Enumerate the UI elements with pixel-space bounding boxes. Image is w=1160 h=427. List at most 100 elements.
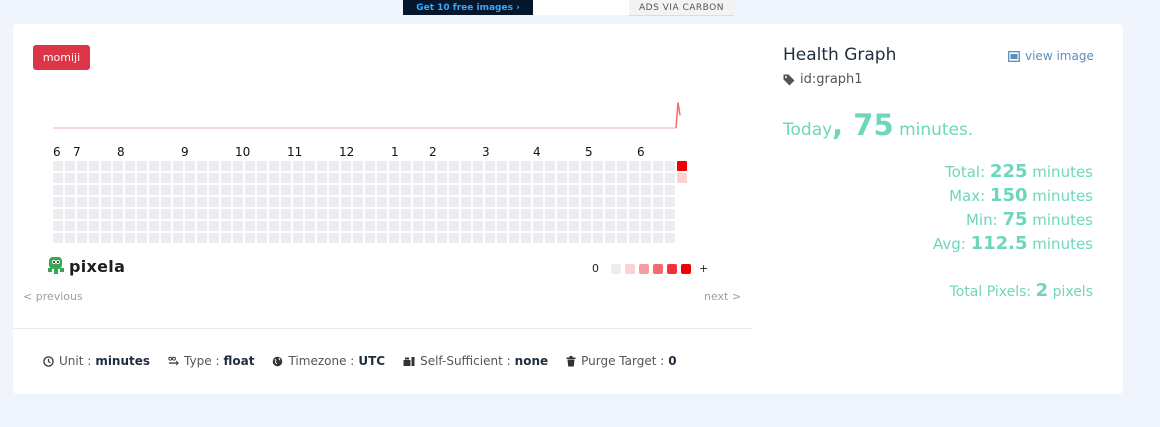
pixel-cell[interactable] bbox=[281, 173, 291, 183]
pixel-cell[interactable] bbox=[605, 233, 615, 243]
pixel-cell[interactable] bbox=[269, 209, 279, 219]
pixel-cell[interactable] bbox=[233, 209, 243, 219]
pixel-cell[interactable] bbox=[593, 233, 603, 243]
pixel-cell[interactable] bbox=[449, 221, 459, 231]
pixel-cell[interactable] bbox=[653, 197, 663, 207]
pixel-cell[interactable] bbox=[653, 161, 663, 171]
pixel-cell[interactable] bbox=[209, 233, 219, 243]
pixel-cell[interactable] bbox=[197, 173, 207, 183]
pixel-cell[interactable] bbox=[617, 233, 627, 243]
pixel-cell[interactable] bbox=[317, 161, 327, 171]
pixel-cell[interactable] bbox=[161, 161, 171, 171]
pixel-cell[interactable] bbox=[557, 185, 567, 195]
pixel-cell[interactable] bbox=[269, 161, 279, 171]
pixel-cell[interactable] bbox=[53, 185, 63, 195]
pixel-cell[interactable] bbox=[101, 233, 111, 243]
pixel-cell[interactable] bbox=[65, 233, 75, 243]
pixel-cell[interactable] bbox=[317, 173, 327, 183]
pixel-cell[interactable] bbox=[401, 209, 411, 219]
pixel-cell[interactable] bbox=[377, 173, 387, 183]
pixel-cell[interactable] bbox=[125, 173, 135, 183]
pixel-cell[interactable] bbox=[161, 233, 171, 243]
pixel-cell[interactable] bbox=[317, 221, 327, 231]
pixel-cell[interactable] bbox=[605, 185, 615, 195]
pixel-cell[interactable] bbox=[65, 161, 75, 171]
pixel-cell[interactable] bbox=[305, 185, 315, 195]
pixel-cell[interactable] bbox=[281, 221, 291, 231]
pixel-cell[interactable] bbox=[149, 209, 159, 219]
pixel-cell[interactable] bbox=[629, 197, 639, 207]
pixel-cell[interactable] bbox=[113, 221, 123, 231]
pixel-cell[interactable] bbox=[257, 221, 267, 231]
pixel-cell[interactable] bbox=[401, 233, 411, 243]
pixel-cell[interactable] bbox=[101, 197, 111, 207]
pixel-cell[interactable] bbox=[257, 233, 267, 243]
pixel-cell[interactable] bbox=[269, 197, 279, 207]
pixel-cell[interactable] bbox=[89, 173, 99, 183]
pixel-cell[interactable] bbox=[197, 221, 207, 231]
pixel-cell[interactable] bbox=[233, 161, 243, 171]
pixel-cell[interactable] bbox=[125, 209, 135, 219]
pixel-cell[interactable] bbox=[545, 221, 555, 231]
pixel-cell[interactable] bbox=[317, 233, 327, 243]
pixel-cell[interactable] bbox=[125, 233, 135, 243]
pixel-cell[interactable] bbox=[629, 173, 639, 183]
pixel-cell[interactable] bbox=[425, 197, 435, 207]
pixel-cell[interactable] bbox=[437, 233, 447, 243]
pixel-cell[interactable] bbox=[245, 173, 255, 183]
pixel-cell[interactable] bbox=[377, 161, 387, 171]
pixel-cell[interactable] bbox=[185, 209, 195, 219]
pixel-cell[interactable] bbox=[173, 185, 183, 195]
pixel-cell[interactable] bbox=[593, 173, 603, 183]
pixel-cell[interactable] bbox=[149, 197, 159, 207]
pixel-cell[interactable] bbox=[281, 185, 291, 195]
pixel-cell[interactable] bbox=[533, 233, 543, 243]
pixel-cell[interactable] bbox=[473, 233, 483, 243]
pixel-cell[interactable] bbox=[497, 221, 507, 231]
pixel-cell[interactable] bbox=[557, 221, 567, 231]
pixel-cell[interactable] bbox=[173, 209, 183, 219]
pixel-cell[interactable] bbox=[161, 197, 171, 207]
pixel-cell[interactable] bbox=[449, 185, 459, 195]
pixel-cell[interactable] bbox=[461, 161, 471, 171]
pixel-cell[interactable] bbox=[113, 173, 123, 183]
pixel-cell[interactable] bbox=[497, 161, 507, 171]
pixel-cell[interactable] bbox=[293, 221, 303, 231]
pixel-cell[interactable] bbox=[353, 173, 363, 183]
pixel-cell[interactable] bbox=[53, 161, 63, 171]
pixel-cell[interactable] bbox=[605, 209, 615, 219]
pixel-cell[interactable] bbox=[257, 197, 267, 207]
pixel-cell[interactable] bbox=[437, 209, 447, 219]
pixel-cell[interactable] bbox=[317, 209, 327, 219]
pixel-cell[interactable] bbox=[233, 197, 243, 207]
pixel-cell[interactable] bbox=[137, 209, 147, 219]
pixel-cell[interactable] bbox=[665, 233, 675, 243]
pixel-cell[interactable] bbox=[413, 161, 423, 171]
pixel-cell[interactable] bbox=[641, 233, 651, 243]
pixel-cell[interactable] bbox=[473, 209, 483, 219]
pixel-cell[interactable] bbox=[113, 185, 123, 195]
pixel-cell[interactable] bbox=[185, 233, 195, 243]
ad-text[interactable] bbox=[533, 0, 629, 15]
pixel-cell[interactable] bbox=[401, 173, 411, 183]
pixel-cell[interactable] bbox=[449, 161, 459, 171]
pixel-cell[interactable] bbox=[593, 209, 603, 219]
pixel-cell[interactable] bbox=[197, 233, 207, 243]
pixel-cell[interactable] bbox=[221, 185, 231, 195]
pixel-cell[interactable] bbox=[593, 197, 603, 207]
pixel-cell[interactable] bbox=[53, 209, 63, 219]
pixel-cell[interactable] bbox=[269, 221, 279, 231]
pixel-cell[interactable] bbox=[101, 161, 111, 171]
pixel-cell[interactable] bbox=[185, 161, 195, 171]
pixel-cell[interactable] bbox=[293, 173, 303, 183]
pixel-cell[interactable] bbox=[221, 221, 231, 231]
pixel-cell[interactable] bbox=[653, 209, 663, 219]
pixel-cell[interactable] bbox=[521, 173, 531, 183]
pixel-cell[interactable] bbox=[605, 173, 615, 183]
pixel-cell[interactable] bbox=[641, 185, 651, 195]
pixel-cell[interactable] bbox=[533, 209, 543, 219]
pixel-cell[interactable] bbox=[281, 161, 291, 171]
pixel-cell[interactable] bbox=[569, 185, 579, 195]
pixel-cell[interactable] bbox=[461, 233, 471, 243]
pixel-cell[interactable] bbox=[149, 185, 159, 195]
